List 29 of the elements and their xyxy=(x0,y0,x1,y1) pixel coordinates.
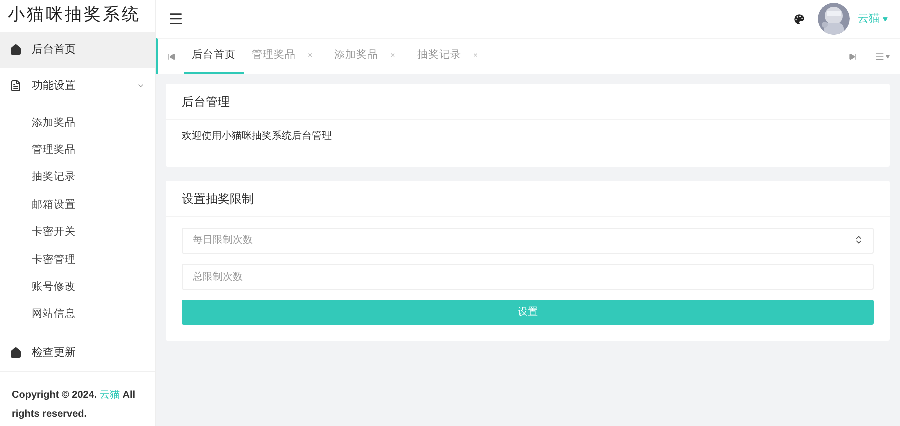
sidebar-subitem[interactable]: 管理奖品 xyxy=(0,137,155,165)
sidebar-item[interactable]: 后台首页 xyxy=(0,32,155,68)
home-icon xyxy=(10,347,22,359)
home-icon xyxy=(10,44,22,56)
input-field[interactable]: 每日限制次数 xyxy=(182,228,874,254)
caret-icon xyxy=(886,54,890,58)
welcome-text: 欢迎使用小猫咪抽奖系统后台管理 xyxy=(182,130,333,144)
palette-icon[interactable] xyxy=(793,12,806,26)
input-field[interactable]: 总限制次数 xyxy=(182,264,874,290)
sidebar-subitem[interactable]: 卡密开关 xyxy=(0,219,155,247)
sidebar-subitem[interactable]: 邮箱设置 xyxy=(0,192,155,220)
copyright-text: Copyright © 2024. 云猫 All rights reserved. xyxy=(12,389,137,422)
stepper-icon[interactable] xyxy=(854,235,864,245)
card-title: 设置抽奖限制 xyxy=(166,181,890,217)
card-title: 后台管理 xyxy=(166,84,890,120)
scroll-right-icon[interactable] xyxy=(849,52,857,60)
sidebar-subitem[interactable]: 账号修改 xyxy=(0,274,155,302)
app-title: 小猫咪抽奖系统 xyxy=(7,4,142,28)
sidebar-subitem[interactable]: 卡密管理 xyxy=(0,246,155,274)
document-icon xyxy=(10,80,22,92)
sidebar-subitem[interactable]: 抽奖记录 xyxy=(0,164,155,192)
tab[interactable]: 后台首页 xyxy=(184,39,244,74)
menu-icon[interactable] xyxy=(168,11,184,27)
list-icon xyxy=(875,52,885,62)
sidebar-subitem[interactable]: 网站信息 xyxy=(0,302,155,329)
caret-icon xyxy=(883,16,888,22)
tab-menu-button[interactable] xyxy=(875,52,890,62)
sidebar-subitem[interactable]: 添加奖品 xyxy=(0,110,155,138)
scroll-left-icon[interactable] xyxy=(168,52,176,60)
